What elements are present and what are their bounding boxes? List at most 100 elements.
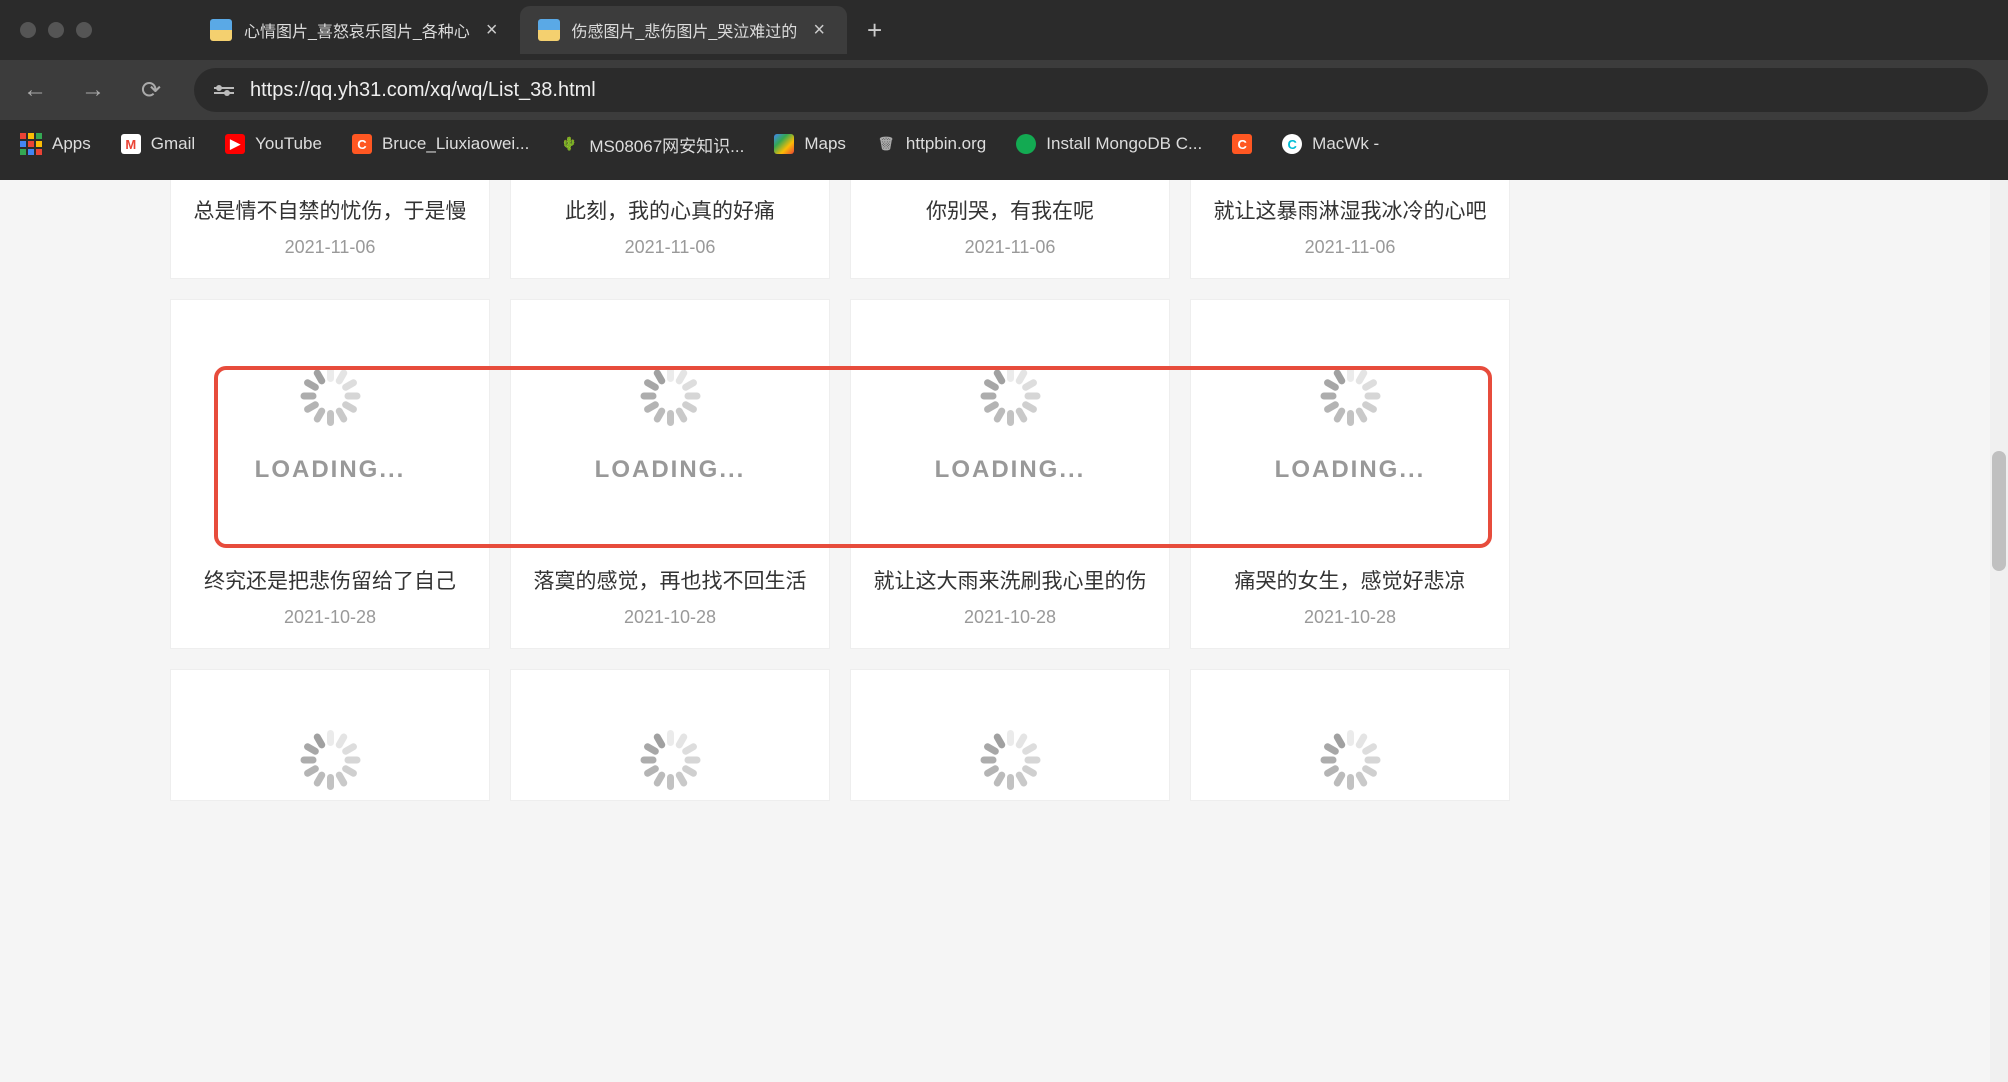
card-date: 2021-10-28 — [181, 607, 479, 628]
card-title: 此刻，我的心真的好痛 — [521, 195, 819, 225]
card-title: 总是情不自禁的忧伤，于是慢 — [181, 195, 479, 225]
image-card[interactable]: LOADING... 总是情不自禁的忧伤，于是慢 2021-11-06 — [170, 180, 490, 279]
back-button[interactable]: ← — [20, 76, 50, 104]
loading-spinner-icon — [1320, 730, 1380, 790]
image-card[interactable]: LOADING... 就让这大雨来洗刷我心里的伤 2021-10-28 — [850, 299, 1170, 649]
card-image-placeholder: LOADING... — [511, 670, 829, 800]
card-date: 2021-10-28 — [521, 607, 819, 628]
site-settings-icon[interactable] — [214, 87, 234, 94]
bookmark-9[interactable]: C MacWk - — [1282, 134, 1379, 154]
image-card[interactable]: LOADING... 此刻，我的心真的好痛 2021-11-06 — [510, 180, 830, 279]
card-title: 落寞的感觉，再也找不回生活 — [521, 565, 819, 595]
bookmark-label: MS08067网安知识... — [589, 132, 744, 157]
image-card[interactable]: LOADING... — [170, 669, 490, 801]
tab-strip: 心情图片_喜怒哀乐图片_各种心 × 伤感图片_悲伤图片_哭泣难过的 × — [192, 0, 847, 60]
bookmark-label: Gmail — [151, 134, 195, 154]
mongo-icon — [1016, 134, 1036, 154]
c-icon: C — [1232, 134, 1252, 154]
maximize-window-button[interactable] — [76, 22, 92, 38]
card-image-placeholder: LOADING... — [851, 300, 1169, 550]
loading-label: LOADING... — [595, 456, 746, 484]
card-date: 2021-11-06 — [861, 237, 1159, 258]
bookmark-0[interactable]: Apps — [20, 133, 91, 155]
bookmark-3[interactable]: C Bruce_Liuxiaowei... — [352, 134, 529, 154]
card-body: 就让这大雨来洗刷我心里的伤 2021-10-28 — [851, 550, 1169, 648]
bin-icon: 🗑 — [876, 134, 896, 154]
cactus-icon: 🌵 — [559, 134, 579, 154]
tab-title: 伤感图片_悲伤图片_哭泣难过的 — [572, 18, 798, 42]
minimize-window-button[interactable] — [48, 22, 64, 38]
card-image-placeholder: LOADING... — [1191, 300, 1509, 550]
macwk-icon: C — [1282, 134, 1302, 154]
bookmark-6[interactable]: 🗑 httpbin.org — [876, 134, 986, 154]
loading-label: LOADING... — [935, 456, 1086, 484]
youtube-icon: ▶ — [225, 134, 245, 154]
scrollbar-thumb[interactable] — [1992, 451, 2006, 571]
bookmark-label: Maps — [804, 134, 846, 154]
card-image-placeholder: LOADING... — [851, 670, 1169, 800]
loading-spinner-icon — [1320, 366, 1380, 426]
bookmark-5[interactable]: Maps — [774, 134, 846, 154]
image-card[interactable]: LOADING... 你别哭，有我在呢 2021-11-06 — [850, 180, 1170, 279]
image-card[interactable]: LOADING... — [1190, 669, 1510, 801]
bookmark-label: httpbin.org — [906, 134, 986, 154]
card-body: 痛哭的女生，感觉好悲凉 2021-10-28 — [1191, 550, 1509, 648]
card-title: 就让这暴雨淋湿我冰冷的心吧 — [1201, 195, 1499, 225]
bookmark-8[interactable]: C — [1232, 134, 1252, 154]
tab-0[interactable]: 心情图片_喜怒哀乐图片_各种心 × — [192, 6, 520, 54]
bookmark-label: Apps — [52, 134, 91, 154]
image-card[interactable]: LOADING... — [850, 669, 1170, 801]
card-image-placeholder: LOADING... — [1191, 670, 1509, 800]
bookmark-7[interactable]: Install MongoDB C... — [1016, 134, 1202, 154]
card-date: 2021-10-28 — [1201, 607, 1499, 628]
tab-favicon — [210, 19, 232, 41]
apps-icon — [20, 133, 42, 155]
card-grid: LOADING... 总是情不自禁的忧伤，于是慢 2021-11-06 LOAD… — [0, 180, 2008, 801]
bookmark-2[interactable]: ▶YouTube — [225, 134, 322, 154]
loading-spinner-icon — [980, 730, 1040, 790]
card-date: 2021-11-06 — [181, 237, 479, 258]
card-image-placeholder: LOADING... — [511, 300, 829, 550]
image-card[interactable]: LOADING... 就让这暴雨淋湿我冰冷的心吧 2021-11-06 — [1190, 180, 1510, 279]
scrollbar[interactable] — [1990, 180, 2008, 1082]
card-title: 你别哭，有我在呢 — [861, 195, 1159, 225]
card-date: 2021-11-06 — [1201, 237, 1499, 258]
reload-button[interactable]: ⟳ — [136, 76, 166, 105]
bookmark-label: MacWk - — [1312, 134, 1379, 154]
loading-spinner-icon — [300, 730, 360, 790]
loading-spinner-icon — [980, 366, 1040, 426]
card-date: 2021-11-06 — [521, 237, 819, 258]
close-window-button[interactable] — [20, 22, 36, 38]
bookmark-label: Bruce_Liuxiaowei... — [382, 134, 529, 154]
loading-spinner-icon — [640, 366, 700, 426]
bookmark-4[interactable]: 🌵 MS08067网安知识... — [559, 132, 744, 157]
card-date: 2021-10-28 — [861, 607, 1159, 628]
c-icon: C — [352, 134, 372, 154]
maps-icon — [774, 134, 794, 154]
bookmarks-bar: Apps MGmail ▶YouTube C Bruce_Liuxiaowei... 🌵 M… — [0, 120, 2008, 168]
image-card[interactable]: LOADING... 痛哭的女生，感觉好悲凉 2021-10-28 — [1190, 299, 1510, 649]
address-bar[interactable]: https://qq.yh31.com/xq/wq/List_38.html — [194, 68, 1988, 112]
loading-spinner-icon — [300, 366, 360, 426]
url-text[interactable]: https://qq.yh31.com/xq/wq/List_38.html — [250, 79, 596, 102]
card-image-placeholder: LOADING... — [171, 300, 489, 550]
bookmark-label: Install MongoDB C... — [1046, 134, 1202, 154]
card-title: 终究还是把悲伤留给了自己 — [181, 565, 479, 595]
card-body: 此刻，我的心真的好痛 2021-11-06 — [511, 180, 829, 278]
forward-button[interactable]: → — [78, 76, 108, 104]
tab-close-icon[interactable]: × — [482, 19, 502, 42]
card-body: 终究还是把悲伤留给了自己 2021-10-28 — [171, 550, 489, 648]
image-card[interactable]: LOADING... 终究还是把悲伤留给了自己 2021-10-28 — [170, 299, 490, 649]
tab-close-icon[interactable]: × — [809, 19, 829, 42]
card-title: 就让这大雨来洗刷我心里的伤 — [861, 565, 1159, 595]
image-card[interactable]: LOADING... — [510, 669, 830, 801]
card-body: 落寞的感觉，再也找不回生活 2021-10-28 — [511, 550, 829, 648]
card-body: 你别哭，有我在呢 2021-11-06 — [851, 180, 1169, 278]
tab-favicon — [538, 19, 560, 41]
tab-1[interactable]: 伤感图片_悲伤图片_哭泣难过的 × — [520, 6, 848, 54]
loading-spinner-icon — [640, 730, 700, 790]
page-content: LOADING... 总是情不自禁的忧伤，于是慢 2021-11-06 LOAD… — [0, 180, 2008, 1082]
bookmark-1[interactable]: MGmail — [121, 134, 195, 154]
new-tab-button[interactable]: + — [847, 15, 902, 46]
image-card[interactable]: LOADING... 落寞的感觉，再也找不回生活 2021-10-28 — [510, 299, 830, 649]
